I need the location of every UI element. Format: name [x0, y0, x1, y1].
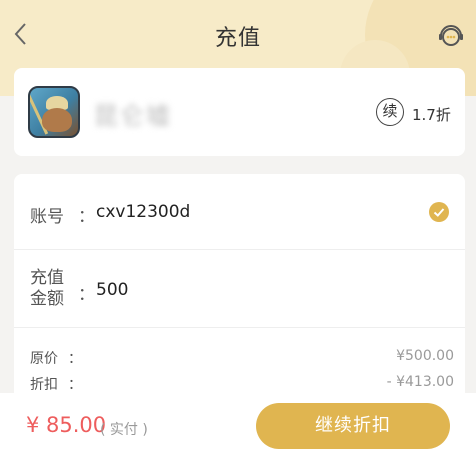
top-bar: 充值 [0, 0, 476, 72]
continue-discount-button[interactable]: 继续折扣 [256, 403, 450, 449]
page-title: 充值 [214, 26, 261, 51]
amount-row[interactable]: 充值金额 ： 500 [14, 250, 465, 328]
original-price-value: ¥500.00 [396, 348, 454, 364]
discount-value: - ¥413.00 [386, 374, 454, 390]
discount-rate: 1.7折 [412, 106, 451, 124]
recharge-form: 账号 ： cxv12300d 充值金额 ： 500 原价 ： ¥500.00 折… [14, 174, 465, 404]
pay-amount: ¥ 85.00 [26, 413, 107, 437]
account-label: 账号 [30, 207, 64, 227]
customer-service-icon[interactable] [436, 20, 466, 50]
check-circle-icon [429, 202, 449, 222]
account-value: cxv12300d [96, 202, 191, 222]
game-avatar [28, 86, 80, 138]
bottom-bar: ¥ 85.00 ( 实付 ) 继续折扣 [0, 393, 476, 465]
account-row[interactable]: 账号 ： cxv12300d [14, 174, 465, 250]
original-price-label: 原价 [30, 351, 58, 367]
game-name: 昆仑墟 [94, 102, 172, 130]
discount-colon: ： [68, 377, 82, 393]
account-colon: ： [78, 207, 95, 227]
original-price-colon: ： [68, 351, 82, 367]
discount-label: 折扣 [30, 377, 58, 393]
discount-row: 折扣 ： - ¥413.00 [30, 374, 454, 394]
amount-label: 充值金额 [30, 268, 64, 309]
original-price-row: 原价 ： ¥500.00 [30, 348, 454, 368]
amount-value: 500 [96, 280, 129, 300]
pay-note: ( 实付 ) [100, 422, 148, 438]
amount-colon: ： [78, 285, 95, 305]
game-card: 昆仑墟 续 1.7折 [14, 68, 465, 156]
renew-badge: 续 [376, 98, 404, 126]
